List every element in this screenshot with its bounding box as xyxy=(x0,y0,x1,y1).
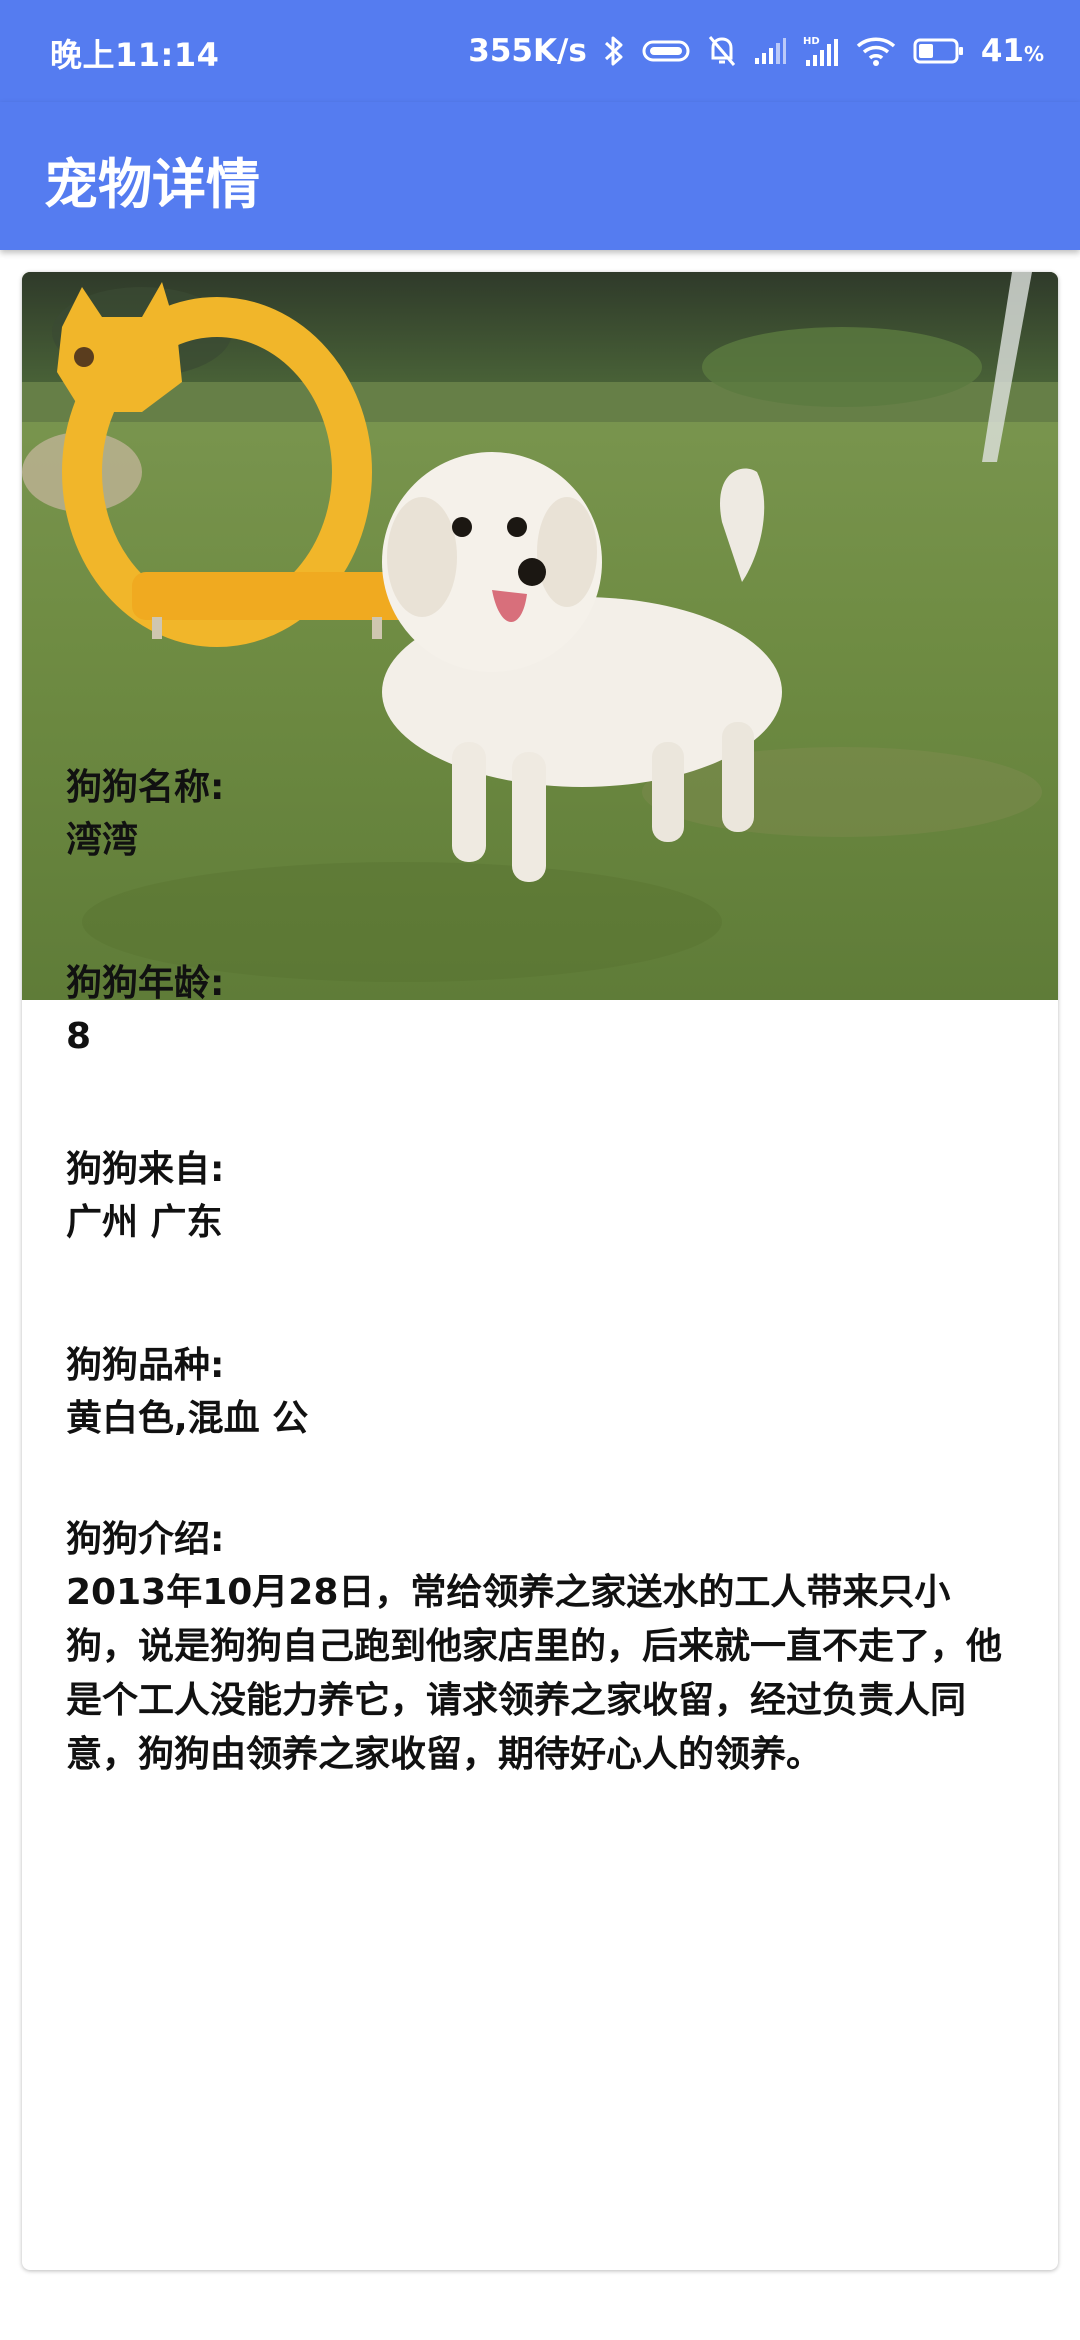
breed-value: 黄白色,混血 公 xyxy=(66,1398,309,1439)
network-speed: 355K/s xyxy=(468,33,587,69)
mute-bell-icon xyxy=(707,34,737,68)
pet-detail-card: 狗狗名称: 湾湾 狗狗年龄: 8 狗狗来自: 广州 广东 狗狗品种: 黄白色,混… xyxy=(22,272,1058,2270)
name-label: 狗狗名称: xyxy=(66,767,225,808)
status-icons: 355K/s HD 41% xyxy=(468,26,1044,76)
vibrate-icon xyxy=(641,36,691,66)
origin-value: 广州 广东 xyxy=(66,1202,223,1243)
page-title: 宠物详情 xyxy=(44,153,260,216)
origin-section: 狗狗来自: 广州 广东 xyxy=(66,1144,1016,1250)
breed-section: 狗狗品种: 黄白色,混血 公 xyxy=(66,1340,1016,1446)
origin-label: 狗狗来自: xyxy=(66,1149,225,1190)
intro-value: 2013年10月28日，常给领养之家送水的工人带来只小狗，说是狗狗自己跑到他家店… xyxy=(66,1572,1003,1775)
age-label: 狗狗年龄: xyxy=(66,963,225,1004)
name-value: 湾湾 xyxy=(66,820,139,861)
svg-text:HD: HD xyxy=(803,36,820,47)
battery-percent-unit: % xyxy=(1023,42,1044,66)
hd-signal-icon: HD xyxy=(803,34,839,68)
bluetooth-icon xyxy=(603,34,625,68)
status-bar: 晚上11:14 355K/s HD 41% xyxy=(0,0,1080,102)
intro-label: 狗狗介绍: xyxy=(66,1519,225,1560)
status-time: 晚上11:14 xyxy=(50,36,220,74)
app-bar: 宠物详情 xyxy=(0,102,1080,250)
wifi-icon xyxy=(855,35,897,67)
intro-section: 狗狗介绍: 2013年10月28日，常给领养之家送水的工人带来只小狗，说是狗狗自… xyxy=(66,1514,1016,1782)
signal-icon xyxy=(753,36,787,66)
battery-percent: 41% xyxy=(981,33,1044,69)
dog-photo xyxy=(22,272,1058,1000)
name-section: 狗狗名称: 湾湾 xyxy=(66,762,1016,868)
battery-icon xyxy=(913,36,965,66)
battery-percent-value: 41 xyxy=(980,33,1024,69)
breed-label: 狗狗品种: xyxy=(66,1345,225,1386)
age-section: 狗狗年龄: 8 xyxy=(66,958,1016,1064)
age-value: 8 xyxy=(66,1016,92,1057)
